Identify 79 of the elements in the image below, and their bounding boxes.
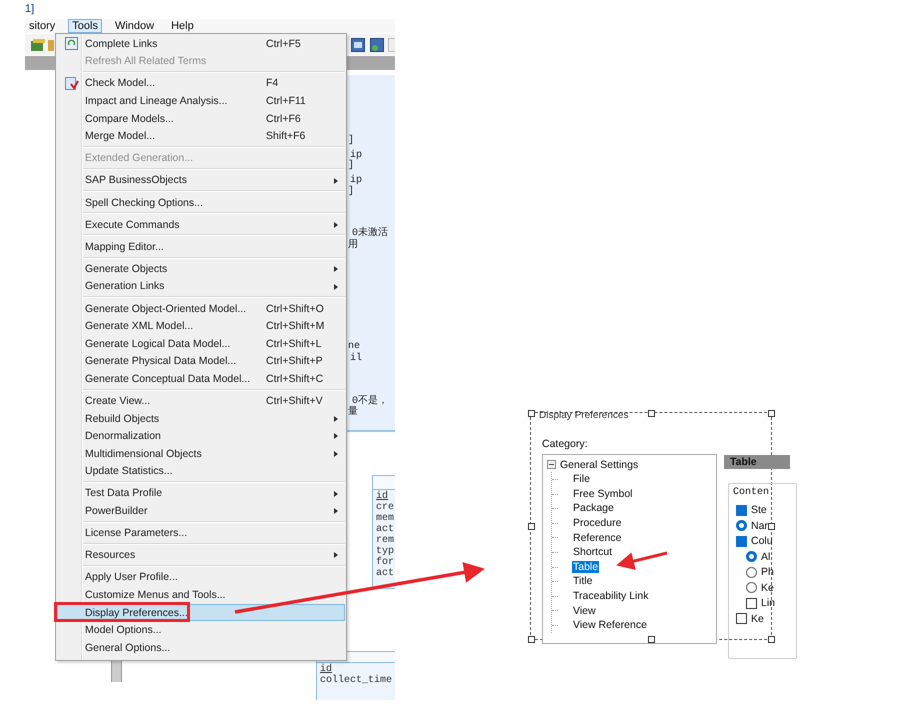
tree-item[interactable]: General Settings bbox=[559, 458, 640, 470]
window-title: 1] bbox=[25, 3, 34, 15]
column-name: id bbox=[320, 664, 332, 675]
column-name: mem bbox=[376, 513, 395, 524]
tree-item[interactable]: Title bbox=[572, 575, 594, 588]
menu-item[interactable]: Check Model... F4 bbox=[57, 74, 345, 92]
diagram-text: ] bbox=[348, 160, 354, 171]
option-label: Ke bbox=[751, 612, 764, 624]
menu-item[interactable]: Complete Links Ctrl+F5 bbox=[57, 35, 345, 53]
column-name: act bbox=[376, 524, 395, 535]
column-name: rem bbox=[376, 535, 395, 546]
menu-item[interactable]: Update Statistics... bbox=[57, 462, 345, 480]
menu-item[interactable]: Generate Conceptual Data Model... Ctrl+Shift+C bbox=[57, 370, 345, 388]
column-name: act bbox=[376, 568, 395, 579]
diagram-text: 0未激活 bbox=[352, 226, 388, 239]
diagram-text: ip bbox=[350, 150, 362, 161]
menu-item[interactable]: Spell Checking Options... bbox=[57, 194, 345, 212]
tree-item[interactable]: Reference bbox=[572, 532, 622, 544]
menu-item[interactable]: Execute Commands bbox=[57, 216, 345, 234]
tree-item[interactable]: Traceability Link bbox=[572, 590, 650, 602]
diagram-text: 用 bbox=[348, 238, 358, 251]
menu-bar-item[interactable]: Window bbox=[110, 19, 158, 33]
menu-item[interactable]: Impact and Lineage Analysis... Ctrl+F11 bbox=[57, 92, 345, 110]
option-label: Colu bbox=[751, 535, 773, 547]
menu-item[interactable]: SAP BusinessObjects bbox=[57, 172, 345, 190]
menu-item[interactable]: Generate Logical Data Model... Ctrl+Shift+L bbox=[57, 334, 345, 352]
option-label: Al bbox=[761, 550, 770, 562]
tree-item[interactable]: Table bbox=[572, 560, 600, 573]
diagram-text: ] bbox=[348, 135, 354, 146]
menu-item[interactable]: General Options... bbox=[57, 638, 345, 656]
menu-item[interactable]: Rebuild Objects bbox=[57, 410, 345, 428]
column-name: for bbox=[376, 557, 395, 568]
column-name: cre bbox=[376, 502, 395, 513]
option-label: Ste bbox=[751, 504, 767, 516]
column-name: collect_time bbox=[320, 675, 394, 686]
menu-item[interactable]: Multidimensional Objects bbox=[57, 444, 345, 463]
menu-item[interactable]: License Parameters... bbox=[57, 524, 345, 542]
tree-item[interactable]: Procedure bbox=[572, 517, 622, 530]
diagram-text: il bbox=[350, 353, 362, 364]
tree-item[interactable]: View bbox=[572, 604, 597, 617]
option-label: Lin bbox=[761, 597, 776, 609]
menu-item[interactable]: Denormalization bbox=[57, 427, 345, 445]
diagram-text: 量 bbox=[348, 405, 358, 418]
option-label: Ke bbox=[761, 582, 774, 594]
menu-item[interactable]: Merge Model... Shift+F6 bbox=[57, 127, 345, 146]
menu-item[interactable]: Generate Object-Oriented Model... Ctrl+Shift+O bbox=[57, 300, 345, 318]
option-label: Ph bbox=[761, 566, 774, 578]
dialog-title: Display Preferences bbox=[539, 410, 628, 421]
column-name: id bbox=[376, 491, 390, 502]
menu-item[interactable]: Generation Links bbox=[57, 278, 345, 296]
menu-item[interactable]: Customize Menus and Tools... bbox=[57, 586, 345, 604]
panel-title: Table bbox=[724, 455, 790, 469]
diagram-text: ne bbox=[348, 341, 360, 352]
menu-item[interactable]: Test Data Profile bbox=[57, 484, 345, 502]
diagram-text: ] bbox=[348, 186, 354, 197]
group-label: Conten bbox=[733, 487, 770, 498]
menu-item[interactable]: Resources bbox=[57, 546, 345, 564]
menu-item[interactable]: Apply User Profile... bbox=[57, 568, 345, 586]
tree-item[interactable]: Free Symbol bbox=[572, 488, 634, 500]
diagram-text: 0不是， bbox=[352, 394, 388, 407]
menu-bar-item[interactable]: Help bbox=[167, 19, 198, 33]
diagram-text: ip bbox=[350, 175, 362, 186]
tree-item[interactable]: Package bbox=[572, 502, 615, 514]
menu-item[interactable]: Model Options... bbox=[57, 621, 345, 639]
menu-item[interactable]: Mapping Editor... bbox=[57, 238, 345, 256]
tree-item[interactable]: File bbox=[572, 473, 591, 486]
category-label: Category: bbox=[542, 438, 588, 450]
tree-item[interactable]: Shortcut bbox=[572, 546, 614, 558]
menu-item[interactable]: Compare Models... Ctrl+F6 bbox=[57, 110, 345, 128]
menu-bar-item[interactable]: sitory bbox=[25, 19, 60, 33]
menu-item[interactable]: PowerBuilder bbox=[57, 502, 345, 520]
menu-item[interactable]: Generate Objects bbox=[57, 260, 345, 278]
menu-item[interactable]: Generate Physical Data Model... Ctrl+Shift+P bbox=[57, 352, 345, 370]
menu-item[interactable]: Create View... Ctrl+Shift+V bbox=[57, 392, 345, 410]
menu-item[interactable]: Generate XML Model... Ctrl+Shift+M bbox=[57, 317, 345, 335]
column-name: typ bbox=[376, 546, 395, 557]
option-label: Nar bbox=[751, 520, 768, 532]
menu-bar-item[interactable]: Tools bbox=[68, 19, 102, 33]
tree-item[interactable]: View Reference bbox=[572, 619, 648, 632]
